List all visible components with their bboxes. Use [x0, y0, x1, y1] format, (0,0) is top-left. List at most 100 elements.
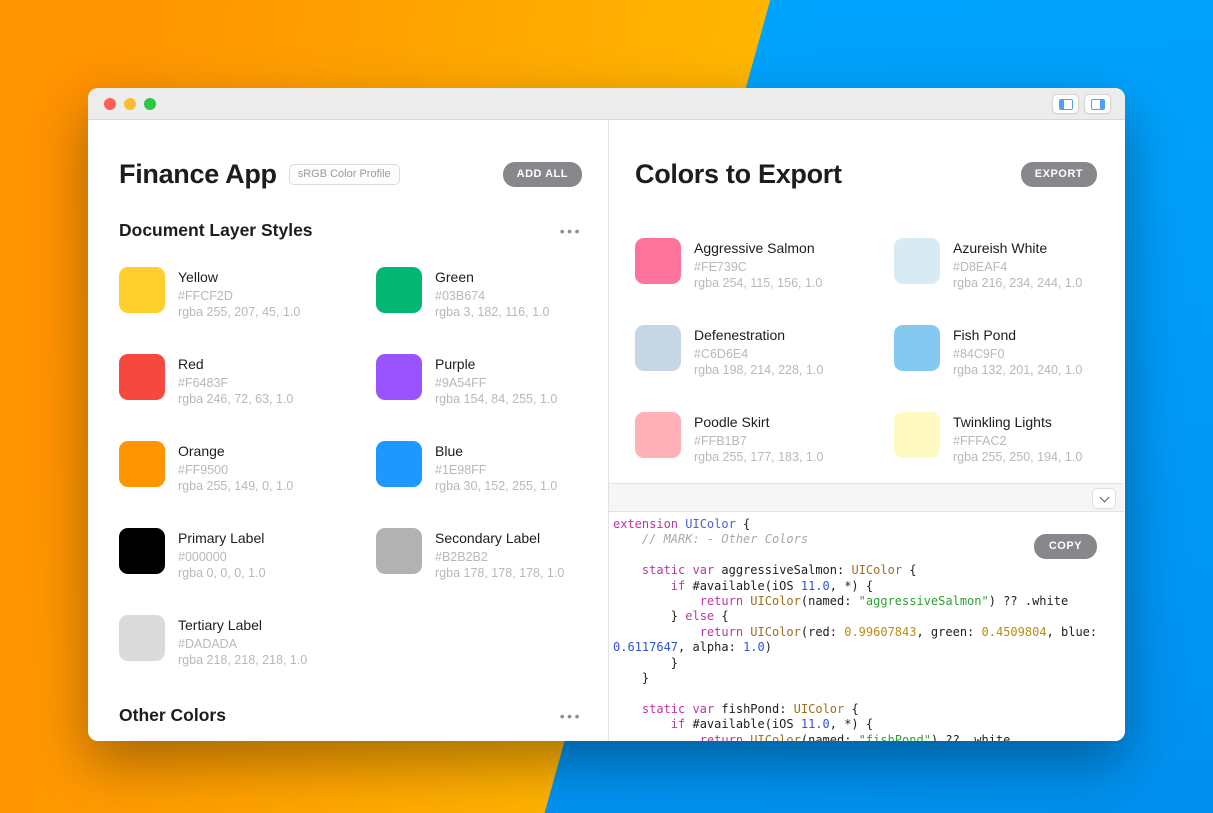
left-panel-icon — [1059, 99, 1073, 110]
color-rgba: rgba 132, 201, 240, 1.0 — [953, 363, 1082, 377]
color-swatch — [119, 615, 165, 661]
code-language-dropdown[interactable] — [1092, 488, 1116, 509]
color-rgba: rgba 198, 214, 228, 1.0 — [694, 363, 823, 377]
export-color-list: Aggressive Salmon #FE739C rgba 254, 115,… — [635, 238, 1097, 464]
color-swatch — [635, 325, 681, 371]
color-hex: #9A54FF — [435, 376, 557, 390]
color-text: Blue #1E98FF rgba 30, 152, 255, 1.0 — [435, 441, 557, 493]
toggle-left-panel-button[interactable] — [1052, 94, 1079, 114]
main-content: Finance App sRGB Color Profile ADD ALL D… — [88, 120, 1125, 741]
overflow-menu-icon[interactable]: ••• — [560, 224, 582, 238]
color-name: Purple — [435, 356, 557, 372]
color-item[interactable]: Red #F6483F rgba 246, 72, 63, 1.0 — [119, 354, 376, 406]
color-text: Azureish White #D8EAF4 rgba 216, 234, 24… — [953, 238, 1082, 290]
color-item[interactable]: Azureish White #D8EAF4 rgba 216, 234, 24… — [894, 238, 1097, 290]
color-text: Green #03B674 rgba 3, 182, 116, 1.0 — [435, 267, 549, 319]
section-title: Document Layer Styles — [119, 220, 313, 241]
section-title: Other Colors — [119, 705, 226, 726]
color-item[interactable]: Twinkling Lights #FFFAC2 rgba 255, 250, … — [894, 412, 1097, 464]
color-name: Red — [178, 356, 293, 372]
color-hex: #FFB1B7 — [694, 434, 823, 448]
color-item[interactable]: Aggressive Salmon #FE739C rgba 254, 115,… — [635, 238, 894, 290]
color-item[interactable]: Fish Pond #84C9F0 rgba 132, 201, 240, 1.… — [894, 325, 1097, 377]
color-rgba: rgba 178, 178, 178, 1.0 — [435, 566, 564, 580]
color-hex: #B2B2B2 — [435, 550, 564, 564]
close-window-button[interactable] — [104, 98, 116, 110]
color-item[interactable]: Purple #9A54FF rgba 154, 84, 255, 1.0 — [376, 354, 582, 406]
color-name: Fish Pond — [953, 327, 1082, 343]
color-rgba: rgba 30, 152, 255, 1.0 — [435, 479, 557, 493]
color-text: Tertiary Label #DADADA rgba 218, 218, 21… — [178, 615, 307, 667]
document-title: Finance App — [119, 159, 277, 190]
color-hex: #DADADA — [178, 637, 307, 651]
color-rgba: rgba 0, 0, 0, 1.0 — [178, 566, 266, 580]
color-rgba: rgba 3, 182, 116, 1.0 — [435, 305, 549, 319]
color-name: Yellow — [178, 269, 300, 285]
copy-button[interactable]: COPY — [1034, 534, 1097, 559]
color-name: Secondary Label — [435, 530, 564, 546]
color-item[interactable]: Defenestration #C6D6E4 rgba 198, 214, 22… — [635, 325, 894, 377]
color-text: Orange #FF9500 rgba 255, 149, 0, 1.0 — [178, 441, 293, 493]
color-text: Yellow #FFCF2D rgba 255, 207, 45, 1.0 — [178, 267, 300, 319]
other-colors-header: Other Colors ••• — [119, 705, 582, 726]
color-name: Twinkling Lights — [953, 414, 1082, 430]
color-item[interactable]: Blue #1E98FF rgba 30, 152, 255, 1.0 — [376, 441, 582, 493]
color-hex: #03B674 — [435, 289, 549, 303]
color-item[interactable]: Primary Label #000000 rgba 0, 0, 0, 1.0 — [119, 528, 376, 580]
color-text: Primary Label #000000 rgba 0, 0, 0, 1.0 — [178, 528, 266, 580]
color-swatch — [119, 528, 165, 574]
color-name: Green — [435, 269, 549, 285]
toggle-right-panel-button[interactable] — [1084, 94, 1111, 114]
minimize-window-button[interactable] — [124, 98, 136, 110]
color-swatch — [635, 238, 681, 284]
color-text: Fish Pond #84C9F0 rgba 132, 201, 240, 1.… — [953, 325, 1082, 377]
color-rgba: rgba 255, 177, 183, 1.0 — [694, 450, 823, 464]
color-item[interactable]: Yellow #FFCF2D rgba 255, 207, 45, 1.0 — [119, 267, 376, 319]
zoom-window-button[interactable] — [144, 98, 156, 110]
color-text: Secondary Label #B2B2B2 rgba 178, 178, 1… — [435, 528, 564, 580]
color-rgba: rgba 218, 218, 218, 1.0 — [178, 653, 307, 667]
color-rgba: rgba 255, 207, 45, 1.0 — [178, 305, 300, 319]
color-name: Orange — [178, 443, 293, 459]
export-title: Colors to Export — [635, 159, 842, 190]
color-hex: #FFCF2D — [178, 289, 300, 303]
color-swatch — [119, 267, 165, 313]
document-layer-styles-header: Document Layer Styles ••• — [119, 220, 582, 241]
color-text: Red #F6483F rgba 246, 72, 63, 1.0 — [178, 354, 293, 406]
color-text: Purple #9A54FF rgba 154, 84, 255, 1.0 — [435, 354, 557, 406]
color-name: Poodle Skirt — [694, 414, 823, 430]
color-item[interactable]: Green #03B674 rgba 3, 182, 116, 1.0 — [376, 267, 582, 319]
color-name: Tertiary Label — [178, 617, 307, 633]
color-swatch — [376, 354, 422, 400]
color-name: Defenestration — [694, 327, 823, 343]
color-item[interactable]: Orange #FF9500 rgba 255, 149, 0, 1.0 — [119, 441, 376, 493]
color-swatch — [376, 441, 422, 487]
right-panel-header: Colors to Export EXPORT — [635, 156, 1097, 192]
app-window: Finance App sRGB Color Profile ADD ALL D… — [88, 88, 1125, 741]
overflow-menu-icon[interactable]: ••• — [560, 709, 582, 723]
color-item[interactable]: Tertiary Label #DADADA rgba 218, 218, 21… — [119, 615, 376, 667]
color-item[interactable]: Poodle Skirt #FFB1B7 rgba 255, 177, 183,… — [635, 412, 894, 464]
export-area: Colors to Export EXPORT Aggressive Salmo… — [609, 120, 1124, 483]
color-hex: #C6D6E4 — [694, 347, 823, 361]
color-hex: #FFFAC2 — [953, 434, 1082, 448]
panel-toggle-group — [1052, 94, 1111, 114]
title-bar[interactable] — [88, 88, 1125, 120]
color-rgba: rgba 255, 250, 194, 1.0 — [953, 450, 1082, 464]
color-swatch — [894, 325, 940, 371]
color-item[interactable]: Secondary Label #B2B2B2 rgba 178, 178, 1… — [376, 528, 582, 580]
color-name: Aggressive Salmon — [694, 240, 822, 256]
add-all-button[interactable]: ADD ALL — [503, 162, 582, 187]
chevron-down-icon — [1099, 492, 1109, 502]
color-rgba: rgba 255, 149, 0, 1.0 — [178, 479, 293, 493]
export-button[interactable]: EXPORT — [1021, 162, 1097, 187]
color-hex: #FE739C — [694, 260, 822, 274]
color-hex: #FF9500 — [178, 463, 293, 477]
color-rgba: rgba 254, 115, 156, 1.0 — [694, 276, 822, 290]
color-swatch — [376, 528, 422, 574]
color-rgba: rgba 154, 84, 255, 1.0 — [435, 392, 557, 406]
right-panel-icon — [1091, 99, 1105, 110]
traffic-lights — [104, 98, 156, 110]
color-text: Aggressive Salmon #FE739C rgba 254, 115,… — [694, 238, 822, 290]
color-rgba: rgba 246, 72, 63, 1.0 — [178, 392, 293, 406]
